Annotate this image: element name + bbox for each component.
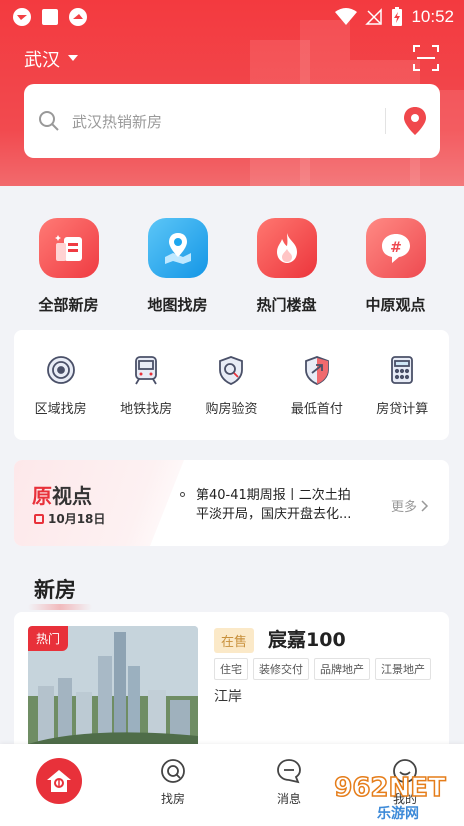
- listing-district: 江岸: [214, 689, 242, 705]
- headline-line: 第40-41期周报丨二次土拍: [196, 488, 351, 503]
- region-icon: [46, 355, 75, 384]
- listing-name: 宸嘉100: [268, 629, 346, 651]
- caret-down-icon: [68, 55, 78, 61]
- chevron-right-icon: [421, 499, 429, 512]
- viewpoint-banner[interactable]: 原视点 10月18日 第40-41期周报丨二次土拍 平淡开局，国庆开盘去化...…: [14, 460, 449, 546]
- message-icon: [277, 759, 301, 784]
- search-divider: [385, 108, 386, 134]
- svg-text:乐游网: 乐游网: [377, 805, 419, 822]
- search-placeholder: 武汉热销新房: [72, 112, 163, 131]
- tool-verify[interactable]: 购房验资: [189, 354, 273, 417]
- scan-button[interactable]: [412, 44, 440, 76]
- listing-tag: 江景地产: [375, 658, 431, 680]
- no-signal-icon: [365, 8, 383, 25]
- nav-viewpoint[interactable]: # 中原观点: [346, 218, 446, 318]
- down-payment-icon: [304, 355, 329, 385]
- listing-tag: 住宅: [214, 658, 248, 680]
- nav-label: 全部新房: [38, 296, 99, 314]
- map-pin-icon: [147, 218, 208, 278]
- listing-tags: 住宅 装修交付 品牌地产 江景地产: [214, 658, 431, 680]
- home-icon: [47, 770, 71, 792]
- tool-label: 购房验资: [205, 401, 258, 417]
- nav-all-houses[interactable]: 全部新房: [19, 218, 119, 318]
- tab-home[interactable]: [36, 758, 82, 804]
- nav-label: 热门楼盘: [256, 296, 317, 314]
- viewpoint-headline: 第40-41期周报丨二次土拍 平淡开局，国庆开盘去化...: [196, 486, 372, 524]
- tool-label: 房贷计算: [376, 401, 429, 417]
- tool-metro[interactable]: 地铁找房: [104, 354, 188, 417]
- bullet-icon: [180, 492, 185, 497]
- viewpoint-date: 10月18日: [34, 510, 105, 527]
- nav-label: 地图找房: [147, 296, 208, 314]
- find-house-icon: [161, 759, 185, 783]
- search-bar[interactable]: 武汉热销新房: [24, 84, 440, 158]
- date-marker-icon: [34, 513, 44, 524]
- tools-card: 区域找房 地铁找房 购房验资 最低首付 房贷计算: [14, 330, 449, 440]
- city-name: 武汉: [24, 50, 60, 71]
- all-houses-icon: [38, 218, 99, 278]
- flame-icon: [256, 218, 317, 278]
- svg-text:#: #: [390, 240, 402, 256]
- listing-tag: 品牌地产: [314, 658, 370, 680]
- viewpoint-title: 原视点: [32, 480, 92, 509]
- tool-label: 区域找房: [34, 401, 87, 417]
- location-pin-icon[interactable]: [404, 107, 426, 135]
- scan-icon: [413, 45, 439, 71]
- viewpoint-title-rest: 视点: [52, 484, 92, 508]
- bottom-tab-bar: 找房 消息 我的 962NET 乐游网: [0, 744, 464, 826]
- calculator-icon: [391, 355, 414, 384]
- tool-down-payment[interactable]: 最低首付: [275, 354, 359, 417]
- tool-label: 最低首付: [290, 401, 343, 417]
- sale-status-badge: 在售: [214, 628, 255, 653]
- image-notification-icon: [42, 9, 58, 25]
- viewpoint-title-accent: 原: [32, 484, 52, 508]
- listing-photo: 热门: [28, 626, 198, 756]
- city-selector[interactable]: 武汉: [24, 46, 78, 72]
- tool-label: 地铁找房: [120, 401, 173, 417]
- search-icon: [39, 111, 59, 131]
- tab-label: 消息: [276, 792, 301, 806]
- nav-hot-projects[interactable]: 热门楼盘: [237, 218, 337, 318]
- more-link[interactable]: 更多: [391, 496, 429, 515]
- watermark-logo: 962NET 乐游网: [333, 772, 446, 822]
- more-label: 更多: [390, 500, 417, 515]
- svg-text:962NET: 962NET: [334, 773, 446, 803]
- tab-find-house[interactable]: 找房: [160, 758, 186, 807]
- clock: 10:52: [411, 7, 454, 26]
- tool-region[interactable]: 区域找房: [19, 354, 103, 417]
- main-nav: 全部新房 地图找房 热门楼盘 # 中原观点: [0, 218, 464, 318]
- battery-charging-icon: [392, 7, 403, 26]
- app-notification-icon: [13, 8, 31, 26]
- nav-map-search[interactable]: 地图找房: [128, 218, 228, 318]
- viewpoint-date-text: 10月18日: [48, 512, 106, 526]
- wifi-icon: [335, 8, 358, 25]
- status-bar: 10:52: [0, 0, 464, 34]
- hashtag-icon: #: [365, 218, 426, 278]
- listing-tag: 装修交付: [253, 658, 309, 680]
- tab-label: 找房: [160, 792, 185, 806]
- verify-shield-icon: [219, 355, 244, 385]
- metro-icon: [135, 355, 157, 384]
- hot-badge: 热门: [28, 626, 69, 651]
- headline-line: 平淡开局，国庆开盘去化...: [196, 507, 352, 522]
- tab-messages[interactable]: 消息: [276, 758, 302, 807]
- tool-calculator[interactable]: 房贷计算: [360, 354, 444, 417]
- header: 10:52 武汉 武汉热销新房: [0, 0, 464, 186]
- section-title: 新房: [28, 574, 92, 610]
- nav-label: 中原观点: [365, 296, 426, 314]
- app-notification-icon-2: [69, 8, 87, 26]
